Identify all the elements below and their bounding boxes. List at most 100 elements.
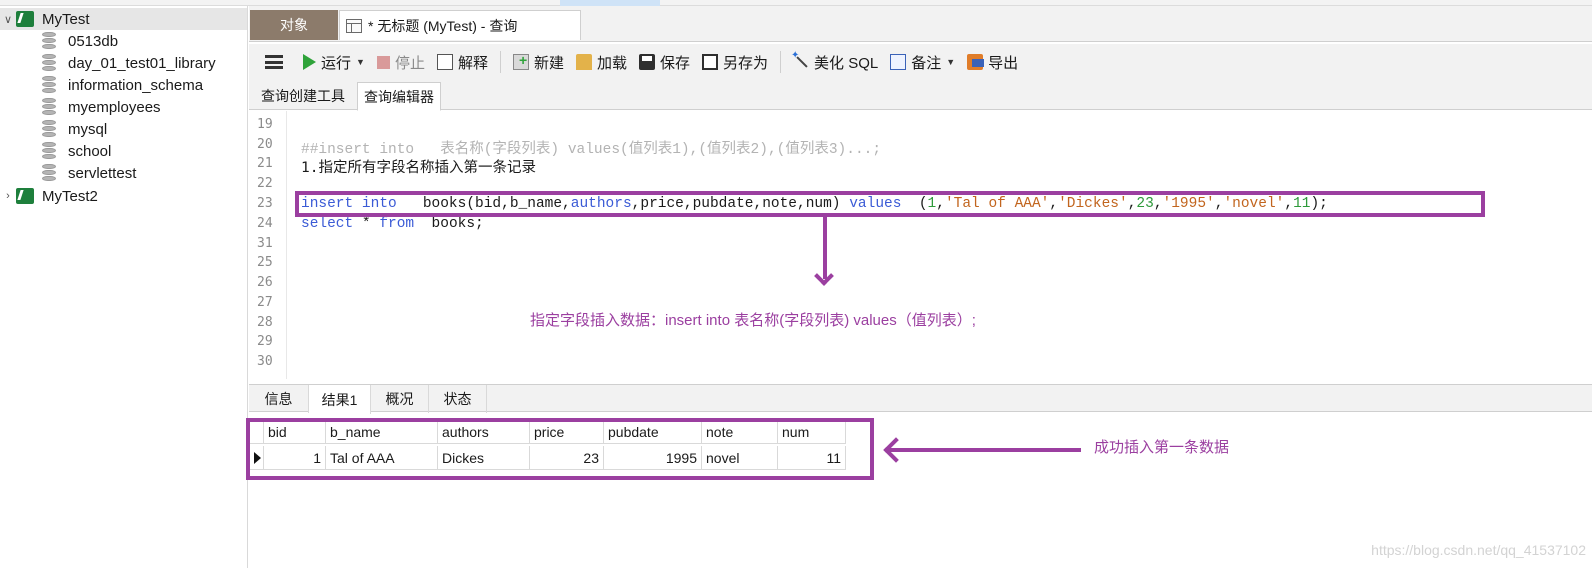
run-label: 运行 <box>321 54 352 72</box>
tab-info[interactable]: 信息 <box>249 385 309 413</box>
tab-query-editor[interactable]: 查询编辑器 <box>357 82 441 111</box>
tab-query[interactable]: * 无标题 (MyTest) - 查询 <box>339 10 581 40</box>
folder-icon <box>575 54 592 70</box>
stop-button[interactable]: 停止 <box>371 48 431 76</box>
magic-wand-icon <box>791 50 809 70</box>
tab-label: 对象 <box>280 17 308 33</box>
annotation-arrowhead <box>883 437 909 463</box>
save-as-icon <box>702 54 719 70</box>
database-icon <box>42 32 56 50</box>
toolbar: 运行 ▼ 停止 解释 新建 加载 保存 另存为 <box>249 44 1592 80</box>
database-item[interactable]: myemployees <box>0 96 247 118</box>
line-number: 21 <box>257 156 273 171</box>
database-icon <box>42 120 56 138</box>
database-item[interactable]: servlettest <box>0 162 247 184</box>
line-number: 24 <box>257 216 273 231</box>
caret-down-icon[interactable]: ▼ <box>946 57 955 67</box>
annotation-arrowhead <box>814 266 834 286</box>
export-icon <box>967 54 985 70</box>
sql-text: books; <box>414 216 484 232</box>
main-area: 对象 * 无标题 (MyTest) - 查询 运行 ▼ 停止 解释 新建 加载 <box>246 6 1592 568</box>
save-icon <box>639 54 655 70</box>
export-label: 导出 <box>988 54 1019 72</box>
tab-status[interactable]: 状态 <box>429 385 487 413</box>
caret-down-icon[interactable]: ▼ <box>356 57 365 67</box>
tab-result-1[interactable]: 结果1 <box>309 385 371 414</box>
connection-icon <box>16 188 34 204</box>
load-label: 加载 <box>596 54 627 72</box>
tab-label: 查询编辑器 <box>364 88 434 105</box>
save-as-label: 另存为 <box>723 54 769 72</box>
explain-label: 解释 <box>457 54 488 72</box>
tab-label: 概况 <box>385 391 414 407</box>
database-icon <box>42 164 56 182</box>
beautify-sql-button[interactable]: 美化 SQL <box>787 48 884 76</box>
line-number: 25 <box>257 255 273 270</box>
database-label: day_01_test01_library <box>68 54 216 72</box>
load-button[interactable]: 加载 <box>570 48 633 76</box>
database-item[interactable]: day_01_test01_library <box>0 52 247 74</box>
database-icon <box>42 98 56 116</box>
line-number: 30 <box>257 354 273 369</box>
database-icon <box>42 54 56 72</box>
save-button[interactable]: 保存 <box>633 48 696 76</box>
database-item[interactable]: school <box>0 140 247 162</box>
line-number: 22 <box>257 176 273 191</box>
tab-label: 结果1 <box>321 391 358 408</box>
line-number: 26 <box>257 275 273 290</box>
annotation-note-2: 成功插入第一条数据 <box>1094 439 1230 456</box>
save-label: 保存 <box>660 54 691 72</box>
explain-button[interactable]: 解释 <box>431 48 494 76</box>
annotation-result-box <box>246 418 874 480</box>
annotation-arrow-left <box>885 448 1081 452</box>
sql-keyword: select <box>301 216 354 232</box>
toolbar-divider <box>780 51 782 73</box>
database-label: servlettest <box>68 164 137 182</box>
database-item[interactable]: mysql <box>0 118 247 140</box>
run-button[interactable]: 运行 ▼ <box>297 48 371 76</box>
line-number: 31 <box>257 236 273 251</box>
note-icon <box>890 54 907 70</box>
query-table-icon <box>346 18 362 33</box>
database-item[interactable]: 0513db <box>0 30 247 52</box>
connection-label: MyTest2 <box>42 187 98 205</box>
tab-profile[interactable]: 概况 <box>371 385 429 413</box>
database-label: myemployees <box>68 98 161 116</box>
navigation-pane: ∨ MyTest 0513db day_01_test01_library in… <box>0 6 248 568</box>
line-number: 27 <box>257 295 273 310</box>
new-icon <box>512 52 529 70</box>
chevron-down-icon[interactable]: ∨ <box>0 13 16 26</box>
connection-mytest[interactable]: ∨ MyTest <box>0 8 247 30</box>
database-icon <box>42 142 56 160</box>
connection-mytest2[interactable]: › MyTest2 <box>0 185 247 207</box>
chevron-right-icon[interactable]: › <box>0 190 16 202</box>
new-button[interactable]: 新建 <box>507 48 570 76</box>
database-item[interactable]: information_schema <box>0 74 247 96</box>
connection-icon <box>16 11 34 27</box>
tab-label: 状态 <box>443 391 472 407</box>
tab-label: * 无标题 (MyTest) - 查询 <box>368 17 518 34</box>
line-number: 20 <box>257 137 273 152</box>
line-number: 29 <box>257 334 273 349</box>
connection-label: MyTest <box>42 10 90 28</box>
line-number-gutter: 19 20 21 22 23 24 25 26 27 28 29 30 31 <box>249 111 287 379</box>
database-icon <box>42 76 56 94</box>
code-line-21: 1.指定所有字段名称插入第一条记录 <box>301 160 536 176</box>
menu-icon[interactable] <box>265 55 283 69</box>
toolbar-divider <box>499 51 501 73</box>
editor-mode-tabs: 查询创建工具 查询编辑器 <box>249 80 1592 111</box>
document-tabs: 对象 * 无标题 (MyTest) - 查询 <box>249 6 1592 42</box>
stop-label: 停止 <box>394 54 425 72</box>
tab-query-builder[interactable]: 查询创建工具 <box>257 82 349 110</box>
stop-icon <box>376 55 390 69</box>
line-number: 19 <box>257 117 273 132</box>
sql-editor[interactable]: 19 20 21 22 23 24 25 26 27 28 29 30 31 #… <box>249 111 1592 379</box>
export-button[interactable]: 导出 <box>961 48 1024 76</box>
tab-label: 查询创建工具 <box>261 88 345 104</box>
sql-keyword: from <box>379 216 415 232</box>
tab-label: 信息 <box>264 391 293 407</box>
result-tabs: 信息 结果1 概况 状态 <box>249 384 1592 414</box>
save-as-button[interactable]: 另存为 <box>696 48 774 76</box>
tab-objects[interactable]: 对象 <box>250 10 338 40</box>
note-button[interactable]: 备注 ▼ <box>884 48 961 76</box>
